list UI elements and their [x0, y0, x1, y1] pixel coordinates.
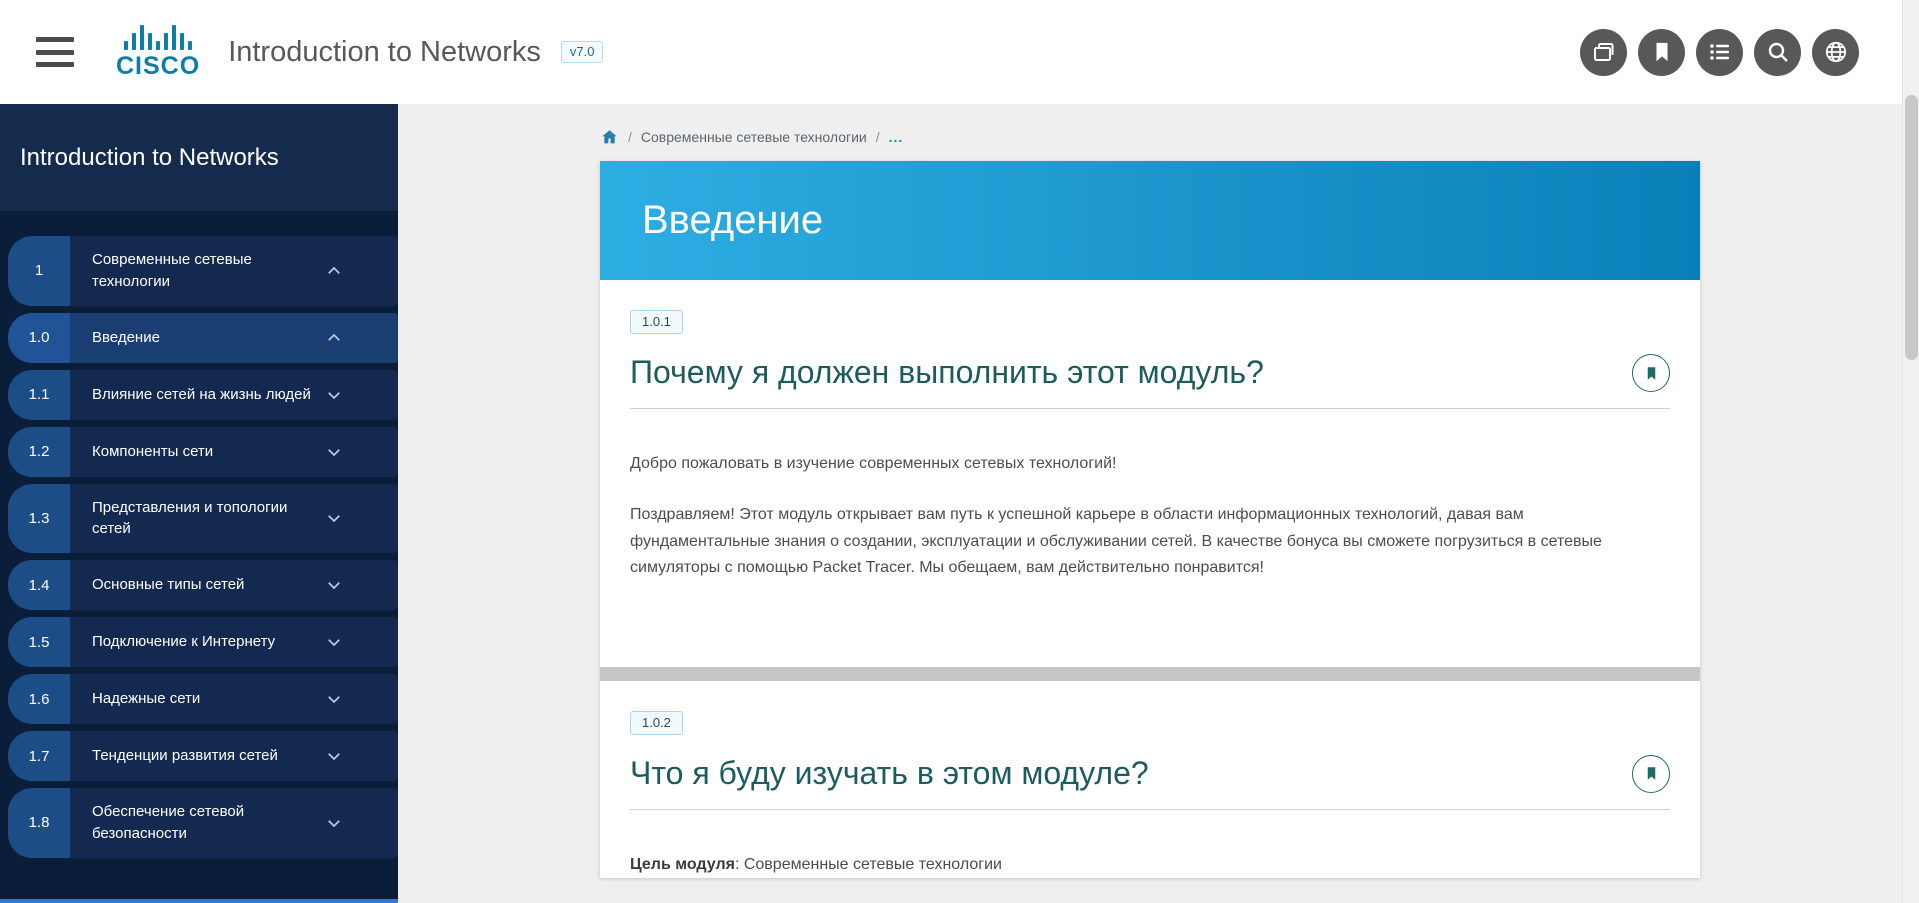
breadcrumb-separator: / [628, 129, 632, 145]
sidebar-item-1-2[interactable]: 1.2 Компоненты сети [8, 427, 398, 477]
sidebar-item-1-7[interactable]: 1.7 Тенденции развития сетей [8, 731, 398, 781]
breadcrumb: / Современные сетевые технологии / ... [600, 128, 1700, 146]
bookmark-icon [1651, 41, 1673, 63]
item-label: Влияние сетей на жизнь людей [92, 384, 317, 406]
cisco-logo-text: CISCO [116, 52, 200, 81]
item-label: Обеспечение сетевой безопасности [92, 801, 317, 845]
bookmark-topic-button[interactable] [1632, 755, 1670, 793]
item-number: 1.7 [8, 731, 70, 781]
item-number: 1.8 [8, 788, 70, 858]
item-number: 1.4 [8, 560, 70, 610]
banner-title: Введение [642, 198, 823, 243]
top-header: CISCO Introduction to Networks v7.0 [0, 0, 1919, 104]
topic-section-1-0-2: 1.0.2 Что я буду изучать в этом модуле? … [600, 681, 1700, 878]
bookmark-topic-button[interactable] [1632, 354, 1670, 392]
breadcrumb-module-link[interactable]: Современные сетевые технологии [641, 129, 867, 145]
topic-section-1-0-1: 1.0.1 Почему я должен выполнить этот мод… [600, 280, 1700, 645]
hamburger-menu-icon[interactable] [36, 37, 76, 67]
module-goal-label: Цель модуля [630, 856, 735, 873]
globe-icon [1823, 39, 1849, 65]
header-toolbar [1580, 29, 1859, 76]
chevron-icon [317, 509, 351, 527]
sidebar-item-1-5[interactable]: 1.5 Подключение к Интернету [8, 617, 398, 667]
section-divider [600, 667, 1700, 681]
topic-title: Почему я должен выполнить этот модуль? [630, 352, 1264, 392]
item-number: 1.0 [8, 313, 70, 363]
sidebar-course-title: Introduction to Networks [20, 144, 279, 172]
bookmarks-button[interactable] [1638, 29, 1685, 76]
sidebar-item-1-3[interactable]: 1.3 Представления и топологии сетей [8, 484, 398, 554]
pages-icon [1592, 40, 1616, 64]
version-badge: v7.0 [561, 41, 604, 63]
chevron-icon [317, 329, 351, 347]
item-number: 1.3 [8, 484, 70, 554]
chevron-icon [317, 576, 351, 594]
sidebar-bottom-accent [0, 899, 398, 903]
course-sidebar: Introduction to Networks 1 Современные с… [0, 104, 398, 903]
module-goal: Цель модуля: Современные сетевые техноло… [630, 852, 1640, 878]
chevron-icon [317, 633, 351, 651]
bookmark-icon [1644, 366, 1659, 381]
item-number: 1 [8, 236, 70, 306]
chevron-icon [317, 690, 351, 708]
index-list-icon [1708, 40, 1732, 64]
paragraph: Поздравляем! Этот модуль открывает вам п… [630, 502, 1640, 581]
chevron-icon [317, 262, 351, 280]
bookmark-icon [1644, 766, 1659, 781]
module-goal-value: : Современные сетевые технологии [735, 856, 1002, 873]
paragraph: Добро пожаловать в изучение современных … [630, 451, 1640, 477]
sidebar-item-1-0[interactable]: 1.0 Введение [8, 313, 398, 363]
topic-badge: 1.0.1 [630, 310, 683, 334]
chevron-icon [317, 443, 351, 461]
chevron-icon [317, 747, 351, 765]
topic-title: Что я буду изучать в этом модуле? [630, 753, 1149, 793]
cisco-logo-bars-icon [124, 24, 192, 50]
lesson-card: Введение 1.0.1 Почему я должен выполнить… [600, 161, 1700, 878]
sidebar-item-1-8[interactable]: 1.8 Обеспечение сетевой безопасности [8, 788, 398, 858]
chevron-icon [317, 814, 351, 832]
sidebar-header: Introduction to Networks [0, 104, 398, 212]
breadcrumb-separator: / [876, 129, 880, 145]
item-label: Представления и топологии сетей [92, 497, 317, 541]
item-number: 1.5 [8, 617, 70, 667]
sidebar-item-1-4[interactable]: 1.4 Основные типы сетей [8, 560, 398, 610]
sidebar-item-1-1[interactable]: 1.1 Влияние сетей на жизнь людей [8, 370, 398, 420]
item-label: Надежные сети [92, 688, 317, 710]
index-button[interactable] [1696, 29, 1743, 76]
sidebar-item-1-6[interactable]: 1.6 Надежные сети [8, 674, 398, 724]
content-area: / Современные сетевые технологии / ... В… [398, 104, 1902, 903]
home-icon[interactable] [600, 128, 619, 146]
topic-badge: 1.0.2 [630, 711, 683, 735]
item-number: 1.2 [8, 427, 70, 477]
section-banner: Введение [600, 161, 1700, 280]
course-title: Introduction to Networks [228, 36, 541, 69]
item-label: Подключение к Интернету [92, 631, 317, 653]
breadcrumb-ellipsis[interactable]: ... [889, 129, 904, 145]
module-nav-list: 1 Современные сетевые технологии 1.0 Вве… [0, 236, 398, 858]
vertical-scrollbar[interactable] [1902, 0, 1919, 903]
item-label: Основные типы сетей [92, 574, 317, 596]
item-label: Современные сетевые технологии [92, 249, 317, 293]
chevron-icon [317, 386, 351, 404]
cisco-logo: CISCO [116, 24, 200, 81]
sidebar-item-module-1[interactable]: 1 Современные сетевые технологии [8, 236, 398, 306]
item-number: 1.6 [8, 674, 70, 724]
item-label: Введение [92, 327, 317, 349]
item-label: Тенденции развития сетей [92, 745, 317, 767]
item-label: Компоненты сети [92, 441, 317, 463]
pages-button[interactable] [1580, 29, 1627, 76]
language-button[interactable] [1812, 29, 1859, 76]
search-button[interactable] [1754, 29, 1801, 76]
item-number: 1.1 [8, 370, 70, 420]
search-icon [1766, 40, 1790, 64]
scrollbar-thumb[interactable] [1905, 95, 1918, 360]
